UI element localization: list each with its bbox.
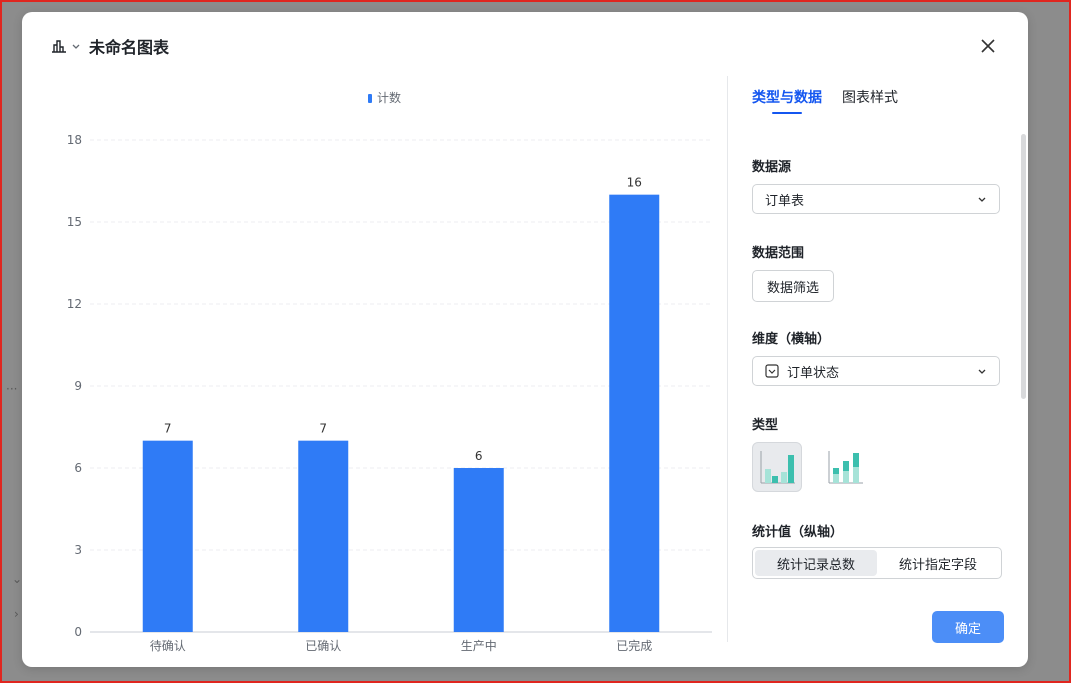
chevron-down-icon: [977, 194, 987, 204]
panel-divider: [727, 76, 728, 642]
x-tick-label: 生产中: [461, 638, 497, 653]
datasource-select[interactable]: 订单表: [752, 184, 1000, 214]
active-tab-indicator: [772, 112, 802, 114]
panel-scrollbar[interactable]: [1021, 134, 1026, 399]
chart-area: 计数 0 3 6 9 12 15 18 7 待确认 7 已确认 6 生产中 16 已完成: [32, 72, 722, 662]
legend-swatch: [368, 94, 372, 103]
background-ellipsis: ···: [6, 382, 18, 396]
dimension-label: 维度（横轴）: [752, 332, 831, 347]
panel-tabs: 类型与数据 图表样式: [752, 76, 1012, 116]
bar-data-label: 7: [319, 422, 327, 436]
datasource-label: 数据源: [752, 160, 792, 175]
chevron-down-icon: [977, 366, 987, 376]
y-tick-label: 15: [67, 215, 82, 229]
bar: [609, 194, 660, 632]
confirm-button[interactable]: 确定: [932, 611, 1004, 643]
chart-title[interactable]: 未命名图表: [89, 34, 169, 58]
close-icon[interactable]: [976, 34, 1000, 58]
bar: [142, 440, 193, 632]
range-label: 数据范围: [752, 246, 805, 261]
metric-segmented-control: 统计记录总数 统计指定字段: [752, 547, 1002, 579]
y-tick-label: 18: [67, 133, 82, 147]
dimension-value: 订单状态: [787, 365, 840, 381]
y-tick-label: 12: [67, 297, 82, 311]
background-chevron-down-icon: ⌄: [12, 572, 23, 586]
bar-data-label: 7: [164, 422, 172, 436]
y-tick-label: 0: [74, 625, 82, 639]
y-tick-label: 3: [74, 543, 82, 557]
bar: [453, 468, 504, 632]
metric-specified-field[interactable]: 统计指定字段: [877, 550, 999, 576]
y-tick-label: 9: [74, 379, 82, 393]
dimension-select[interactable]: 订单状态: [752, 356, 1000, 386]
tab-type-and-data[interactable]: 类型与数据: [752, 76, 822, 116]
legend-label: 计数: [377, 90, 401, 105]
bar-data-label: 16: [627, 176, 642, 190]
bar-chart-icon[interactable]: [50, 37, 68, 55]
chevron-down-icon[interactable]: [71, 41, 81, 51]
y-tick-label: 6: [74, 461, 82, 475]
bar-data-label: 6: [475, 449, 483, 463]
x-tick-label: 已完成: [616, 638, 652, 653]
metric-count-records[interactable]: 统计记录总数: [755, 550, 877, 576]
stacked-bar-icon[interactable]: [820, 442, 870, 492]
type-label: 类型: [752, 418, 779, 433]
bar-chart: 计数 0 3 6 9 12 15 18 7 待确认 7 已确认 6 生产中 16 已完成: [67, 90, 712, 653]
data-filter-button[interactable]: 数据筛选: [752, 270, 835, 302]
tab-chart-style[interactable]: 图表样式: [842, 76, 898, 116]
x-tick-label: 已确认: [305, 639, 341, 653]
background-chevron-right-icon: ›: [14, 607, 19, 621]
x-tick-label: 待确认: [150, 639, 186, 653]
bar: [298, 440, 349, 632]
metric-label: 统计值（纵轴）: [752, 525, 844, 540]
modal-header: 未命名图表: [50, 34, 1000, 58]
single-select-field-icon: [765, 364, 779, 378]
grouped-bar-icon[interactable]: [752, 442, 802, 492]
settings-panel: 类型与数据 图表样式 数据源 订单表 数据范围 数据筛选 维度（横轴） 订单状态…: [752, 76, 1012, 646]
datasource-value: 订单表: [765, 193, 805, 209]
chart-editor-modal: 未命名图表 计数 0 3 6 9 12 15 18 7 待确认 7 已确认 6 生产中 16 已完成 类型与数…: [22, 12, 1028, 667]
